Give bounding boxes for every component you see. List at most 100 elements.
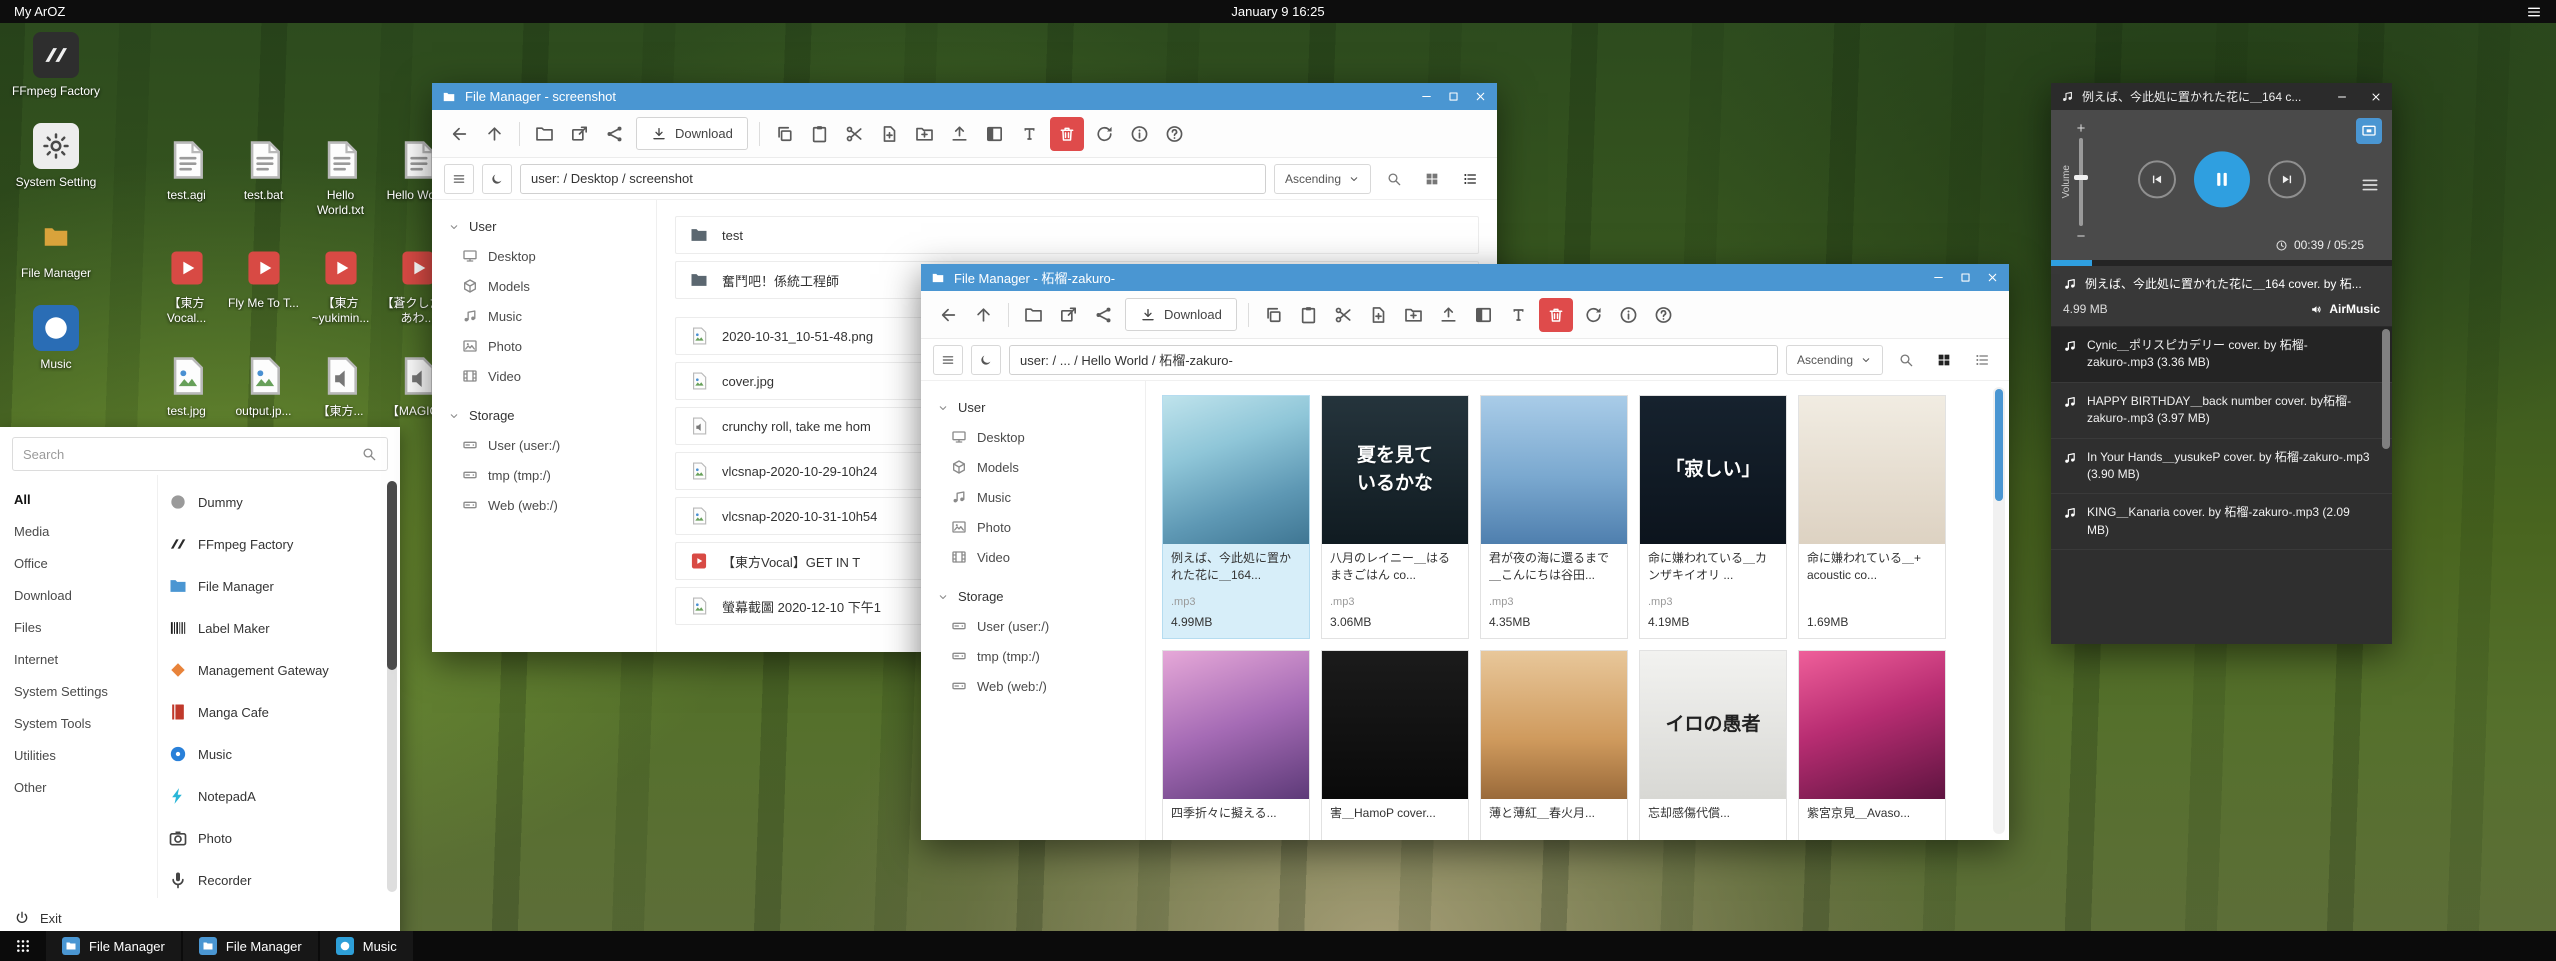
window-titlebar[interactable]: File Manager - 柘榴-zakuro- (921, 264, 2009, 291)
sidebar-item[interactable]: Video (432, 361, 656, 391)
desktop-file[interactable]: Hello World.txt (304, 138, 377, 218)
search-input[interactable]: Search (12, 437, 388, 471)
info-button[interactable] (1611, 298, 1646, 332)
list-view-button[interactable] (1455, 164, 1485, 194)
sidebar-section-user[interactable]: User (921, 393, 1145, 422)
new-file-button[interactable] (872, 117, 907, 151)
paste-button[interactable] (802, 117, 837, 151)
grid-view-button[interactable] (1929, 345, 1959, 375)
category-item[interactable]: Download (0, 579, 157, 611)
desktop-file[interactable]: test.agi (150, 138, 223, 218)
sidebar-item[interactable]: User (user:/) (921, 611, 1145, 641)
upload-button[interactable] (942, 117, 977, 151)
paste-button[interactable] (1291, 298, 1326, 332)
sidebar-item[interactable]: Music (921, 482, 1145, 512)
sidebar-item[interactable]: Photo (921, 512, 1145, 542)
file-tile[interactable]: 害＿HamoP cover... (1321, 650, 1469, 840)
sidebar-item[interactable]: Models (921, 452, 1145, 482)
file-tile[interactable]: 紫宮京見＿Avaso... (1798, 650, 1946, 840)
sidebar-item[interactable]: Web (web:/) (921, 671, 1145, 701)
share-button[interactable] (1086, 298, 1121, 332)
search-icon[interactable] (361, 446, 377, 462)
app-item[interactable]: Recorder (168, 859, 378, 898)
category-item[interactable]: Utilities (0, 739, 157, 771)
window-titlebar[interactable]: File Manager - screenshot (432, 83, 1497, 110)
sidebar-item[interactable]: Web (web:/) (432, 490, 656, 520)
playlist-item[interactable]: HAPPY BIRTHDAY＿back number cover. by柘榴-z… (2051, 383, 2392, 439)
category-item[interactable]: All (0, 483, 157, 515)
list-view-button[interactable] (1967, 345, 1997, 375)
close-button[interactable] (1986, 271, 1999, 284)
upload-button[interactable] (1431, 298, 1466, 332)
previous-button[interactable] (2138, 160, 2176, 198)
output-device[interactable]: AirMusic (2310, 302, 2380, 316)
info-button[interactable] (1122, 117, 1157, 151)
desktop-shortcut[interactable]: File Manager (8, 214, 104, 281)
share-button[interactable] (597, 117, 632, 151)
sort-dropdown[interactable]: Ascending (1786, 345, 1883, 375)
app-item[interactable]: NotepadA (168, 775, 378, 817)
sidebar-item[interactable]: Video (921, 542, 1145, 572)
sort-dropdown[interactable]: Ascending (1274, 164, 1371, 194)
app-item[interactable]: Photo (168, 817, 378, 859)
scrollbar[interactable] (1993, 387, 2005, 834)
sidebar-item[interactable]: Music (432, 301, 656, 331)
delete-button[interactable] (1539, 298, 1573, 332)
desktop-shortcut[interactable]: Music (8, 305, 104, 372)
open-button[interactable] (1016, 298, 1051, 332)
app-item[interactable]: Label Maker (168, 607, 378, 649)
sidebar-section-user[interactable]: User (432, 212, 656, 241)
sidebar-section-storage[interactable]: Storage (921, 582, 1145, 611)
app-item[interactable]: FFmpeg Factory (168, 523, 378, 565)
minimize-button[interactable] (1932, 271, 1945, 284)
pause-button[interactable] (2194, 151, 2250, 207)
sidebar-item[interactable]: Photo (432, 331, 656, 361)
category-item[interactable]: System Tools (0, 707, 157, 739)
new-file-button[interactable] (1361, 298, 1396, 332)
scrollbar-thumb[interactable] (1995, 389, 2003, 501)
file-row[interactable]: test (675, 216, 1479, 254)
minimize-button[interactable] (2336, 91, 2348, 103)
back-button[interactable] (442, 117, 477, 151)
playlist-item[interactable]: KING＿Kanaria cover. by 柘榴-zakuro-.mp3 (2… (2051, 494, 2392, 550)
copy-button[interactable] (767, 117, 802, 151)
sidebar-item[interactable]: Models (432, 271, 656, 301)
file-tile[interactable]: 四季折々に擬える... (1162, 650, 1310, 840)
taskbar-item[interactable]: Music (320, 931, 413, 961)
playlist-item[interactable]: Cynic＿ポリスピカデリー cover. by 柘榴-zakuro-.mp3 … (2051, 327, 2392, 383)
cut-button[interactable] (1326, 298, 1361, 332)
new-folder-button[interactable] (1396, 298, 1431, 332)
grid-view-button[interactable] (1417, 164, 1447, 194)
sidebar-toggle-button[interactable] (933, 345, 963, 375)
desktop-file[interactable]: test.bat (227, 138, 300, 218)
scrollbar-thumb[interactable] (387, 481, 397, 670)
file-tile[interactable]: 例えば、今此処に置かれた花に＿164... .mp3 4.99MB (1162, 395, 1310, 639)
file-tile[interactable]: 命に嫌われている＿+ acoustic co... 1.69MB (1798, 395, 1946, 639)
sidebar-toggle-button[interactable] (444, 164, 474, 194)
volume-up-icon[interactable] (2075, 122, 2087, 134)
close-button[interactable] (1474, 90, 1487, 103)
desktop-file[interactable]: 【東方~yukimin... (304, 246, 377, 326)
scrollbar-thumb[interactable] (2382, 329, 2390, 449)
airplay-button[interactable] (2356, 118, 2382, 144)
volume-track[interactable] (2079, 138, 2083, 226)
app-item[interactable]: Management Gateway (168, 649, 378, 691)
next-button[interactable] (2268, 160, 2306, 198)
taskbar-item[interactable]: File Manager (46, 931, 181, 961)
sidebar-section-storage[interactable]: Storage (432, 401, 656, 430)
help-button[interactable] (1646, 298, 1681, 332)
player-menu-button[interactable] (2360, 175, 2380, 195)
file-tile[interactable]: 夏を見て いるかな 八月のレイニー＿はるまきごはん co... .mp3 3.0… (1321, 395, 1469, 639)
address-bar[interactable]: user: / Desktop / screenshot (520, 164, 1266, 194)
sidebar-item[interactable]: Desktop (921, 422, 1145, 452)
search-button[interactable] (1891, 345, 1921, 375)
desktop-file[interactable]: 【東方Vocal... (150, 246, 223, 326)
file-tile[interactable]: 「寂しい」 命に嫌われている＿カンザキイオリ ... .mp3 4.19MB (1639, 395, 1787, 639)
category-item[interactable]: System Settings (0, 675, 157, 707)
download-button[interactable]: Download (1125, 298, 1237, 331)
category-item[interactable]: Other (0, 771, 157, 803)
category-item[interactable]: Office (0, 547, 157, 579)
copy-button[interactable] (1256, 298, 1291, 332)
delete-button[interactable] (1050, 117, 1084, 151)
open-button[interactable] (527, 117, 562, 151)
